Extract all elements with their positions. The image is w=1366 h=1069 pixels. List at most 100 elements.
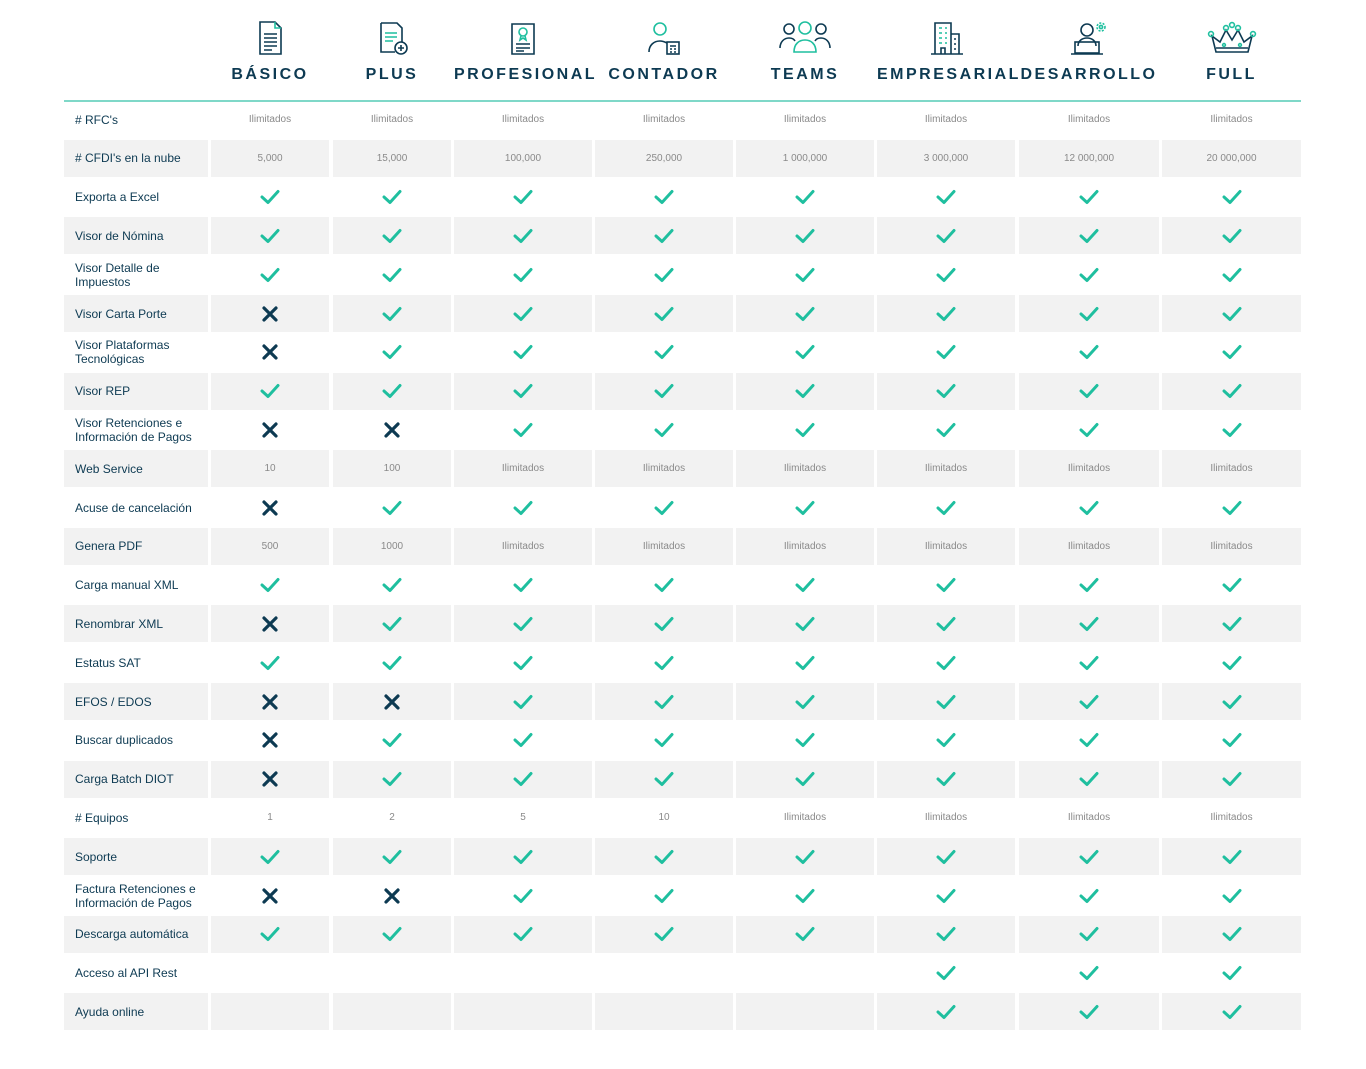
- check-icon: [1019, 295, 1159, 332]
- check-icon: [333, 644, 451, 681]
- check-icon: [877, 838, 1015, 876]
- check-icon: [211, 915, 329, 953]
- check-icon: [1162, 489, 1301, 526]
- feature-label: # RFC's: [75, 112, 118, 127]
- check-icon: [736, 372, 874, 410]
- check-icon: [877, 722, 1015, 759]
- plan-name: FULL: [1206, 66, 1257, 83]
- cross-icon: [211, 295, 329, 332]
- check-icon: [595, 217, 733, 255]
- check-icon: [736, 295, 874, 332]
- feature-label: Visor Detalle de Impuestos: [75, 260, 160, 289]
- check-icon: [454, 295, 592, 332]
- check-icon: [454, 605, 592, 643]
- check-icon: [877, 217, 1015, 255]
- check-icon: [1019, 567, 1159, 604]
- plan-value: Ilimitados: [454, 527, 592, 565]
- cross-icon: [211, 760, 329, 798]
- check-icon: [595, 372, 733, 410]
- feature-label: # CFDI's en la nube: [64, 139, 208, 177]
- cross-icon: [211, 722, 329, 759]
- feature-label: Soporte: [64, 838, 208, 876]
- developer-laptop-icon: [1019, 20, 1159, 56]
- check-icon: [333, 567, 451, 604]
- feature-label: Carga manual XML: [75, 578, 179, 593]
- plan-name: PROFESIONAL: [454, 66, 598, 83]
- plan-value: Ilimitados: [595, 450, 733, 488]
- check-icon: [736, 838, 874, 876]
- plan-value: [595, 993, 733, 1031]
- plan-value: [454, 993, 592, 1031]
- plan-value: Ilimitados: [1162, 527, 1301, 565]
- plan-value: 10: [211, 450, 329, 488]
- plan-name: PLUS: [365, 66, 419, 83]
- check-icon: [1019, 760, 1159, 798]
- check-icon: [1162, 683, 1301, 720]
- plan-value: Ilimitados: [924, 114, 968, 125]
- check-icon: [736, 877, 874, 914]
- plan-contador: CONTADOR: [595, 20, 733, 95]
- feature-row-factura-retenciones-e-informacion-de-pagos: Factura Retenciones e Información de Pag…: [64, 877, 1301, 914]
- cross-icon: [333, 877, 451, 914]
- check-icon: [736, 256, 874, 293]
- check-icon: [333, 256, 451, 293]
- check-icon: [595, 411, 733, 448]
- check-icon: [454, 838, 592, 876]
- check-icon: [211, 567, 329, 604]
- check-icon: [1162, 295, 1301, 332]
- check-icon: [1019, 877, 1159, 914]
- plan-value: [736, 993, 874, 1031]
- plan-header-row: BÁSICO PLUS PROFESIONAL CONTADOR TEAMS EMPRES…: [64, 0, 1301, 102]
- check-icon: [877, 489, 1015, 526]
- check-icon: [1162, 179, 1301, 216]
- check-icon: [454, 644, 592, 681]
- check-icon: [454, 217, 592, 255]
- plan-name: DESARROLLO: [1020, 66, 1158, 83]
- check-icon: [333, 838, 451, 876]
- feature-label: Acceso al API Rest: [75, 966, 178, 981]
- plan-value: [454, 955, 592, 992]
- plan-value: Ilimitados: [1019, 527, 1159, 565]
- feature-row-descarga-automatica: Descarga automática: [64, 915, 1301, 953]
- check-icon: [1019, 993, 1159, 1031]
- check-icon: [333, 179, 451, 216]
- feature-row-genera-pdf: Genera PDF 500 1000 Ilimitados Ilimitados Ili…: [64, 527, 1301, 565]
- feature-label: Visor Plataformas Tecnológicas: [75, 338, 170, 367]
- check-icon: [736, 915, 874, 953]
- plan-value: 1: [267, 812, 273, 824]
- check-icon: [595, 256, 733, 293]
- feature-row-acuse-de-cancelacion: Acuse de cancelación: [64, 489, 1301, 526]
- plan-value: Ilimitados: [924, 812, 968, 824]
- check-icon: [1162, 411, 1301, 448]
- plan-value: Ilimitados: [595, 527, 733, 565]
- plan-profesional: PROFESIONAL: [454, 20, 598, 95]
- check-icon: [1019, 955, 1159, 992]
- check-icon: [333, 217, 451, 255]
- check-icon: [333, 605, 451, 643]
- check-icon: [1019, 334, 1159, 371]
- plan-value: Ilimitados: [877, 527, 1015, 565]
- feature-label: Visor REP: [64, 372, 208, 410]
- check-icon: [736, 605, 874, 643]
- plan-value: Ilimitados: [783, 812, 827, 824]
- check-icon: [454, 683, 592, 720]
- plan-value: Ilimitados: [1162, 450, 1301, 488]
- feature-label: Buscar duplicados: [75, 733, 174, 748]
- check-icon: [333, 334, 451, 371]
- check-icon: [211, 217, 329, 255]
- check-icon: [877, 955, 1015, 992]
- plan-value: Ilimitados: [877, 450, 1015, 488]
- feature-label: Exporta a Excel: [75, 190, 160, 205]
- plan-value: 20 000,000: [1162, 139, 1301, 177]
- plan-name: EMPRESARIAL: [877, 66, 1021, 83]
- check-icon: [1162, 760, 1301, 798]
- feature-label: Estatus SAT: [75, 655, 141, 670]
- accountant-calculator-icon: [595, 20, 733, 56]
- check-icon: [595, 644, 733, 681]
- feature-row-efos-edos: EFOS / EDOS: [64, 683, 1301, 720]
- plan-value: 3 000,000: [877, 139, 1015, 177]
- check-icon: [454, 179, 592, 216]
- cross-icon: [211, 489, 329, 526]
- plan-value: 250,000: [595, 139, 733, 177]
- feature-row-visor-carta-porte: Visor Carta Porte: [64, 295, 1301, 332]
